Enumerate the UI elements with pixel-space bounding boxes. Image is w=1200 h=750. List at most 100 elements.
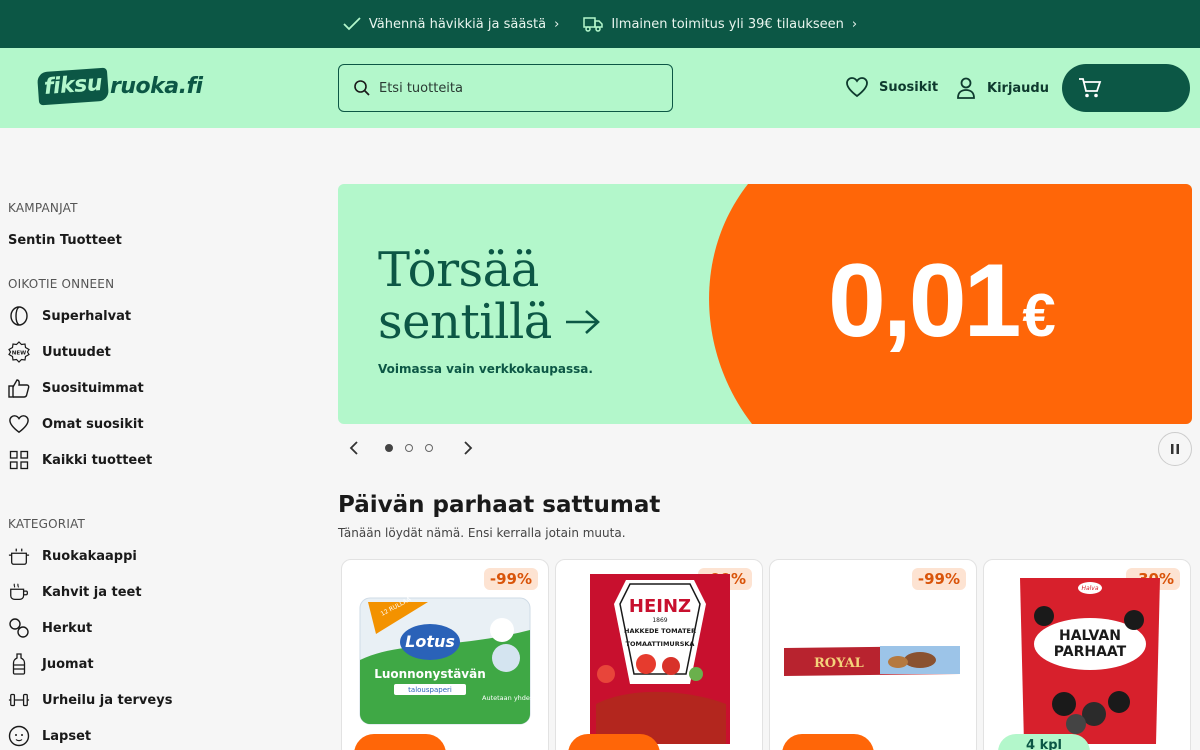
sidebar-item-herkut[interactable]: Herkut [8, 616, 92, 640]
price-pill [568, 734, 660, 750]
baby-icon [8, 725, 30, 747]
bottle-icon [8, 653, 30, 675]
sidebar-item-superhalvat[interactable]: Superhalvat [8, 304, 131, 328]
sidebar-item-omat-suosikit[interactable]: Omat suosikit [8, 412, 144, 436]
banner-price-currency: € [1022, 282, 1056, 349]
sidebar-item-label: Superhalvat [42, 308, 132, 324]
product-brand: ROYAL [814, 656, 864, 671]
login-link[interactable]: Kirjaudu [955, 76, 1049, 100]
banner-price: 0,01€ [828, 242, 1056, 361]
chevron-right-icon: › [554, 16, 560, 32]
promo-bar: Vähennä hävikkiä ja säästä › Ilmainen to… [0, 0, 1200, 48]
pause-icon [1171, 444, 1179, 454]
section-title: Päivän parhaat sattumat [338, 492, 661, 518]
carousel-pause-button[interactable] [1158, 432, 1192, 466]
product-brand: Halva [1081, 585, 1098, 592]
product-brand: HEINZ [629, 596, 691, 617]
banner-price-value: 0,01 [828, 243, 1021, 359]
carousel-prev-button[interactable] [346, 439, 364, 457]
banner-subtitle: Voimassa vain verkkokaupassa. [378, 362, 593, 376]
banner-title-line1: Törsää [378, 242, 539, 298]
thumbs-up-icon [8, 377, 30, 399]
sidebar-heading-shortcuts: OIKOTIE ONNEEN [8, 277, 115, 291]
product-name: Luonnonystävän [374, 667, 486, 681]
search-icon [354, 80, 370, 96]
discount-badge: -99% [483, 568, 538, 590]
coin-icon [8, 305, 30, 327]
sidebar-item-label: Kaikki tuotteet [42, 452, 153, 468]
product-image-royal-bar: ROYAL [784, 646, 960, 676]
product-sub: TOMAATTIMURSKA [626, 640, 695, 648]
carousel-dot-2[interactable] [405, 444, 413, 452]
login-label: Kirjaudu [987, 80, 1049, 96]
site-logo[interactable]: fiksu ruoka.fi [36, 67, 203, 106]
sidebar-heading-campaigns: KAMPANJAT [8, 201, 78, 215]
banner-title: Törsää sentillä [378, 244, 602, 348]
sidebar-item-label: Omat suosikit [42, 416, 144, 432]
product-card[interactable]: -99% HEINZ 1869 HAKKEDE TOMATER TOMAATTI… [555, 559, 763, 750]
carousel-dot-1[interactable] [385, 444, 393, 452]
coffee-cup-icon [8, 581, 30, 603]
product-card[interactable]: -99% ROYAL [769, 559, 977, 750]
promo-link-delivery[interactable]: Ilmainen toimitus yli 39€ tilaukseen › [583, 16, 857, 32]
product-card[interactable]: -30% HALVAN PARHAAT Halva 4 kpl [983, 559, 1191, 750]
chevron-right-icon [464, 441, 473, 455]
arrow-right-icon [565, 310, 600, 334]
sidebar-item-lapset[interactable]: Lapset [8, 724, 91, 748]
sidebar-item-label: Lapset [42, 728, 92, 744]
truck-icon [583, 17, 604, 32]
favorites-label: Suosikit [879, 79, 939, 95]
product-image-halvan-parhaat: HALVAN PARHAAT Halva [1020, 578, 1160, 744]
sidebar-item-label: Kahvit ja teet [42, 584, 142, 600]
search-box[interactable] [338, 64, 673, 112]
heart-icon [846, 77, 868, 98]
promo-link-waste[interactable]: Vähennä hävikkiä ja säästä › [343, 17, 559, 32]
product-extra: Autetaan yhdessä! [482, 694, 543, 702]
sidebar-item-label: Herkut [42, 620, 93, 636]
sidebar-item-suosituimmat[interactable]: Suosituimmat [8, 376, 144, 400]
sidebar-item-label: Suosituimmat [42, 380, 144, 396]
svg-text:NEW: NEW [12, 351, 26, 357]
hero-banner[interactable]: Törsää sentillä Voimassa vain verkkokaup… [338, 184, 1192, 424]
sidebar-item-uutuudet[interactable]: NEW Uutuudet [8, 340, 111, 364]
sidebar-item-sentin-tuotteet[interactable]: Sentin Tuotteet [8, 233, 122, 248]
product-image-lotus-paper: 12 RULLAA Lotus Luonnonystävän talouspap… [359, 596, 543, 725]
promo-text-delivery: Ilmainen toimitus yli 39€ tilaukseen [611, 16, 844, 32]
favorites-link[interactable]: Suosikit [845, 76, 938, 98]
carousel-dots [385, 444, 433, 452]
sidebar-item-urheilu-ja-terveys[interactable]: Urheilu ja terveys [8, 688, 172, 712]
sidebar-heading-categories: KATEGORIAT [8, 517, 86, 531]
sidebar-item-juomat[interactable]: Juomat [8, 652, 94, 676]
promo-text-waste: Vähennä hävikkiä ja säästä [368, 16, 547, 32]
sidebar-item-ruokakaappi[interactable]: Ruokakaappi [8, 544, 137, 568]
cart-button[interactable] [1062, 64, 1190, 112]
site-header: fiksu ruoka.fi Suosikit Kirjaudu [0, 48, 1200, 128]
candy-icon [8, 617, 30, 639]
checkmark-icon [343, 17, 361, 31]
heart-icon [8, 413, 30, 435]
chevron-right-icon: › [851, 16, 858, 32]
carousel-next-button[interactable] [458, 439, 476, 457]
product-name: HAKKEDE TOMATER [624, 627, 696, 635]
cart-icon [1079, 78, 1102, 98]
search-input[interactable] [379, 80, 649, 96]
sidebar-item-kahvit-ja-teet[interactable]: Kahvit ja teet [8, 580, 142, 604]
product-sub: talouspaperi [408, 686, 452, 694]
product-sub: PARHAAT [1054, 644, 1127, 660]
pot-icon [8, 545, 30, 567]
product-brand: Lotus [405, 632, 455, 651]
carousel-dot-3[interactable] [425, 444, 433, 452]
sidebar-item-label: Urheilu ja terveys [42, 692, 173, 708]
new-badge-icon: NEW [8, 341, 30, 363]
grid-icon [8, 449, 30, 471]
chevron-left-icon [349, 441, 358, 455]
price-pill [354, 734, 446, 750]
section-subtitle: Tänään löydät nämä. Ensi kerralla jotain… [338, 526, 626, 540]
sidebar-item-kaikki-tuotteet[interactable]: Kaikki tuotteet [8, 448, 152, 472]
banner-title-line2: sentillä [378, 294, 552, 350]
price-pill [782, 734, 874, 750]
product-name: HALVAN [1059, 628, 1121, 644]
product-card[interactable]: -99% 12 RULLAA Lotus Luonnonystävän talo… [341, 559, 549, 750]
sidebar-item-label: Uutuudet [42, 344, 111, 360]
logo-fiksu: fiksu [36, 67, 110, 106]
